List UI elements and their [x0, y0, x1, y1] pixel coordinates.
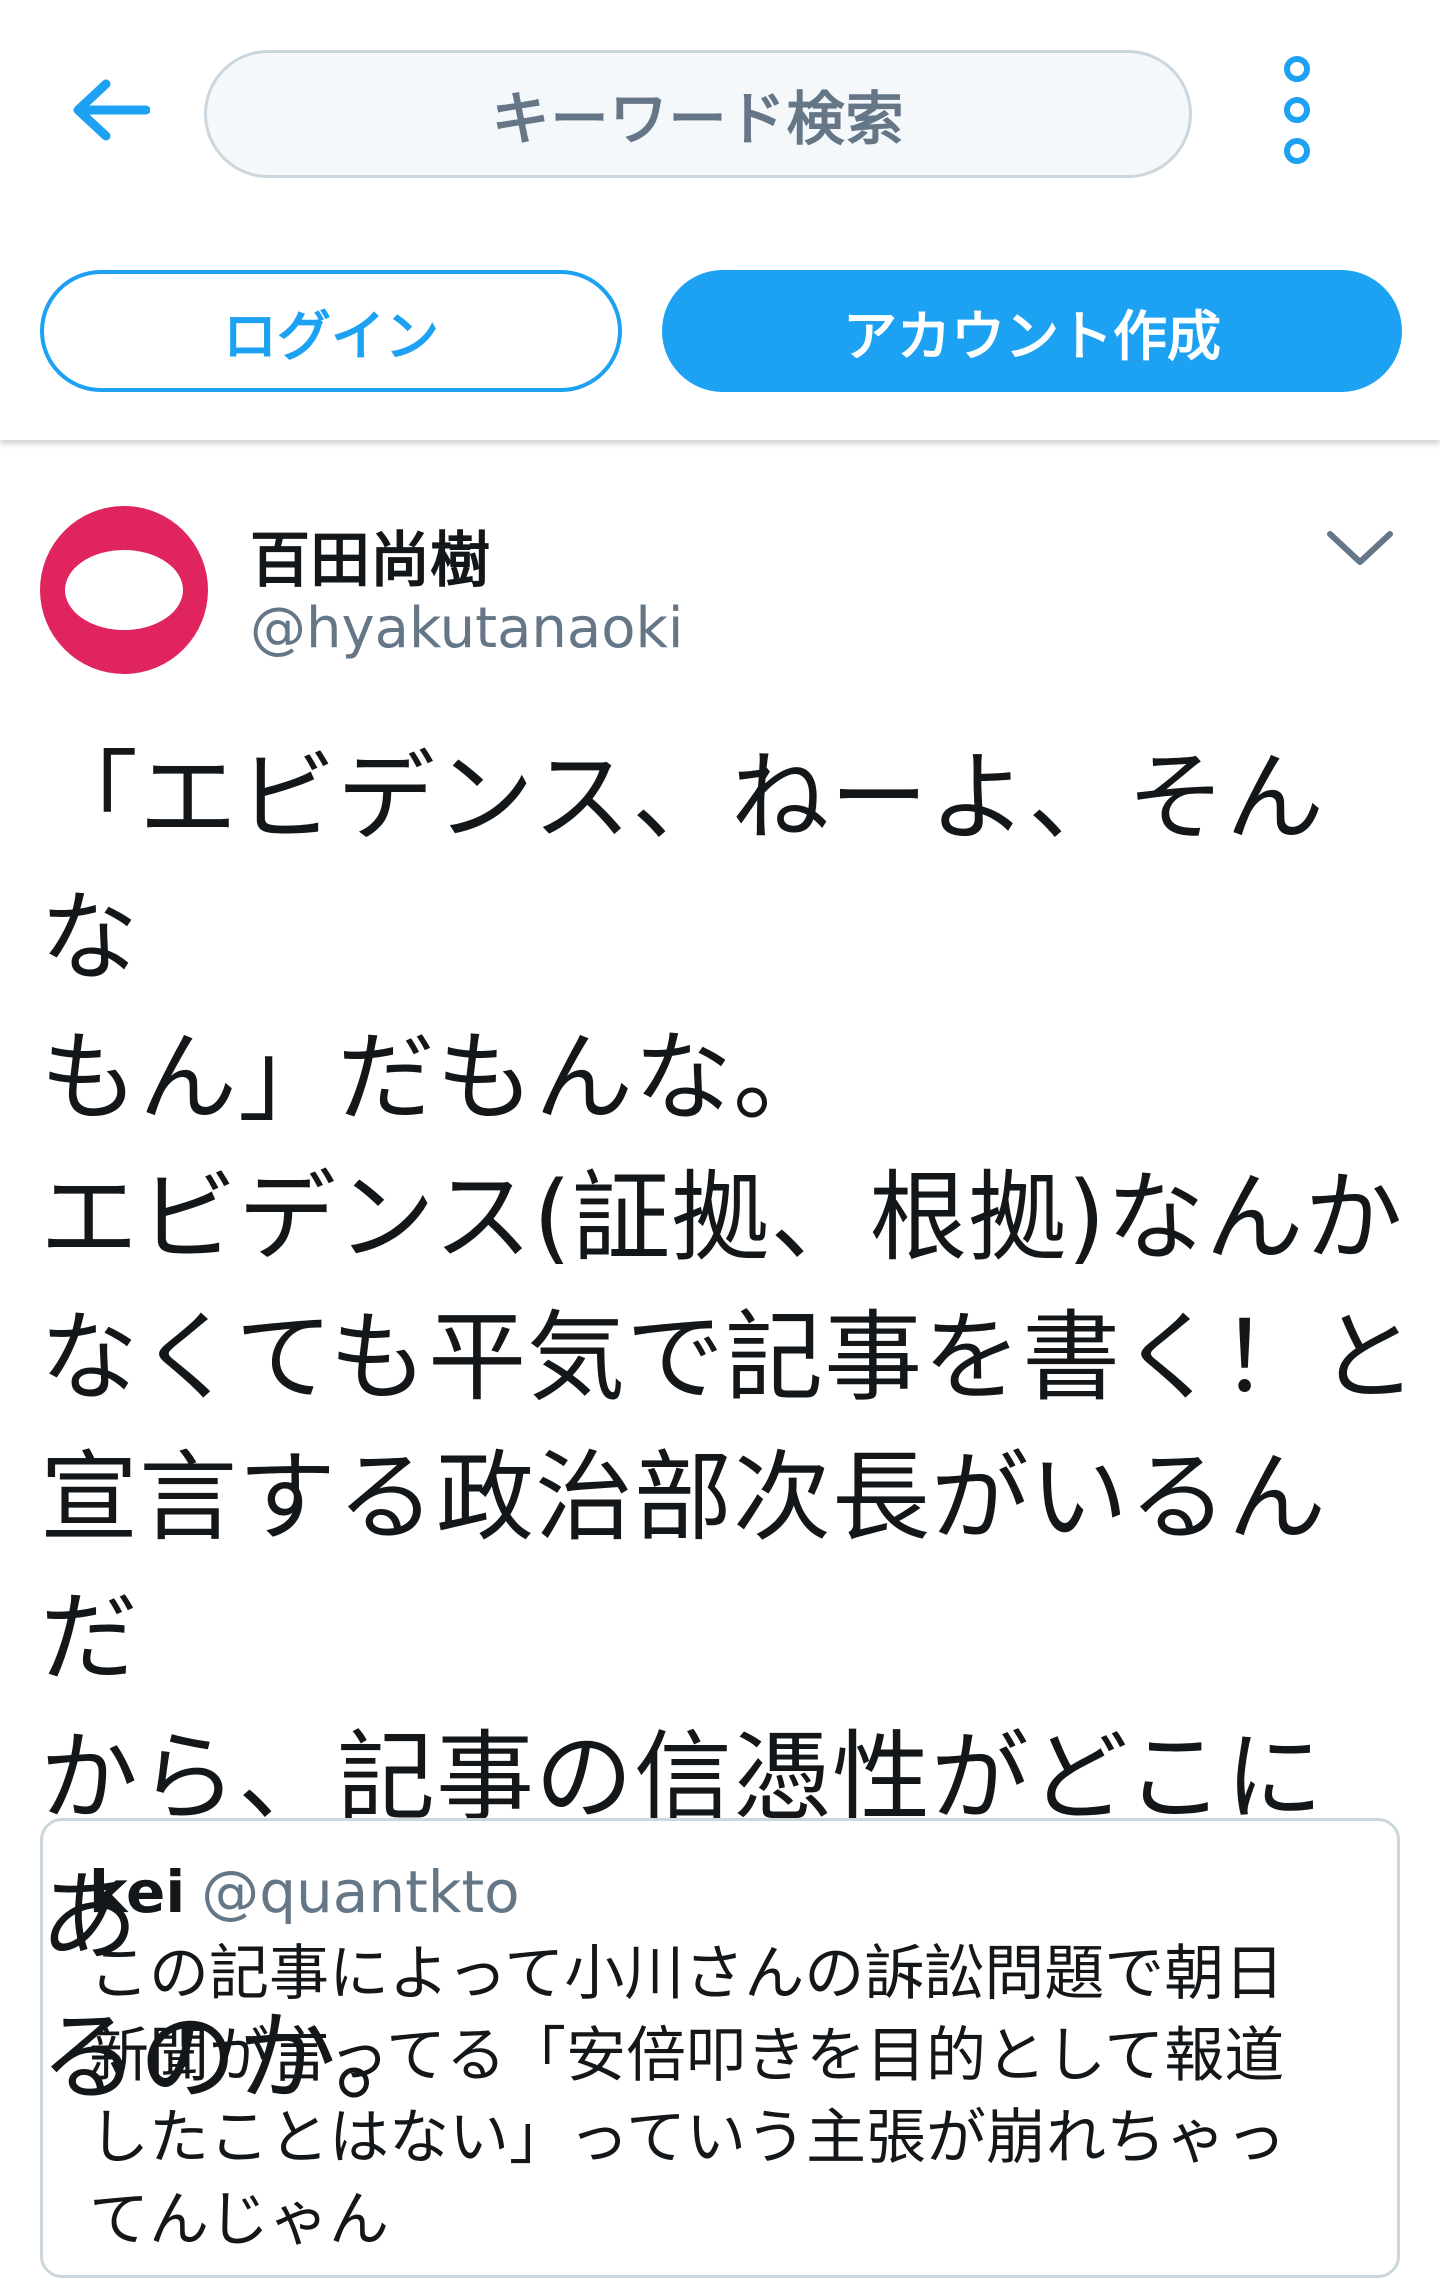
more-options-button[interactable]: [1266, 56, 1328, 164]
arrow-left-icon: [73, 79, 150, 141]
quoted-tweet[interactable]: kei @quantkto この記事によって小川さんの訴訟問題で朝日 新聞が言って…: [40, 1818, 1400, 2278]
login-button[interactable]: ログイン: [40, 270, 622, 392]
search-input[interactable]: キーワード検索: [204, 50, 1192, 178]
back-button[interactable]: [58, 70, 158, 150]
signup-button[interactable]: アカウント作成: [662, 270, 1402, 392]
tweet-user-handle[interactable]: @hyakutanaoki: [250, 596, 683, 661]
avatar[interactable]: [40, 506, 208, 674]
quoted-tweet-user-handle: @quantkto: [201, 1858, 520, 1926]
more-vertical-icon-dot-3: [1284, 138, 1310, 164]
quoted-tweet-header: kei @quantkto: [89, 1857, 1351, 1927]
login-button-label: ログイン: [223, 304, 439, 368]
more-vertical-icon-dot-1: [1284, 56, 1310, 82]
search-placeholder: キーワード検索: [491, 85, 905, 153]
signup-button-label: アカウント作成: [843, 304, 1221, 368]
more-vertical-icon-dot-2: [1284, 97, 1310, 123]
top-bar: キーワード検索 ログイン アカウント作成: [0, 0, 1440, 440]
avatar-image: [65, 550, 183, 630]
tweet-user-name[interactable]: 百田尚樹: [250, 512, 490, 599]
chevron-down-icon[interactable]: [1320, 520, 1400, 576]
quoted-tweet-user-name: kei: [89, 1858, 186, 1926]
quoted-tweet-text: この記事によって小川さんの訴訟問題で朝日 新聞が言ってる「安倍叩きを目的として報…: [89, 1939, 1286, 2255]
